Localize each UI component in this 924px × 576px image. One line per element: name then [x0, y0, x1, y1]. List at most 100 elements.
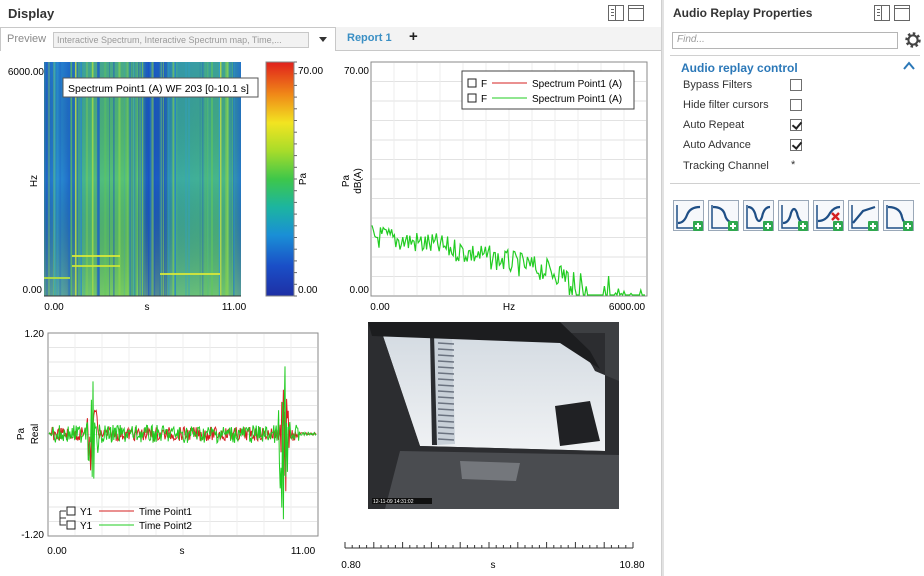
spectrogram-plot[interactable]: 6000.00 0.00 Hz 0.00 s 11.00 Spectrum Po…	[8, 62, 259, 313]
spectrum-y-top: 70.00	[344, 66, 369, 77]
properties-pane: Audio Replay Properties Find... Audio re…	[664, 0, 924, 576]
legend-tag: F	[481, 94, 487, 105]
building-stripe	[437, 342, 455, 345]
plots-canvas: 6000.00 0.00 Hz 0.00 s 11.00 Spectrum Po…	[8, 61, 648, 571]
spectrogram-streak	[59, 62, 62, 296]
colorbar-gradient	[265, 61, 295, 297]
add-filter-notch-icon-glyph	[886, 205, 913, 231]
time-plot[interactable]: 1.20 -1.20 Pa Real 0.00 s 11.00 Y1 Time …	[16, 329, 319, 557]
bypass-filters-checkbox[interactable]	[790, 79, 802, 91]
prop-label: Tracking Channel	[683, 160, 769, 172]
dock-split-icon[interactable]	[608, 5, 624, 21]
colorbar-top: 70.00	[298, 66, 323, 77]
display-pane: Display Preview Interactive Spectrum, In…	[0, 0, 661, 576]
legend-label: Time Point1	[139, 507, 192, 518]
colorbar-bottom: 0.00	[298, 285, 318, 296]
spectrum-plot[interactable]: 70.00 0.00 Pa dB(A) 0.00 Hz 6000.00 F Sp…	[341, 61, 648, 313]
add-filter-highpass-icon[interactable]	[708, 200, 739, 231]
building-stripe	[437, 408, 455, 411]
bottom-time-axis[interactable]: 0.80 s 10.80	[341, 542, 645, 571]
legend-label: Spectrum Point1 (A)	[532, 79, 622, 90]
spectrum-y-label-1: Pa	[341, 174, 352, 187]
time-y-label-2: Real	[30, 424, 41, 445]
add-filter-bandstop-icon-glyph	[746, 205, 773, 231]
hide-filter-cursors-checkbox[interactable]	[790, 99, 802, 111]
time-x-right: 11.00	[291, 546, 316, 557]
find-input[interactable]: Find...	[672, 32, 898, 49]
remove-filter-icon[interactable]	[813, 200, 844, 231]
maximize-icon[interactable]	[894, 5, 910, 21]
building-stripe	[437, 384, 455, 387]
building-stripe	[437, 366, 455, 369]
spectrum-x-label: Hz	[503, 302, 515, 313]
building-stripe	[437, 354, 455, 357]
time-x-label: s	[180, 546, 185, 557]
time-y-label-1: Pa	[16, 427, 27, 440]
display-title: Display	[8, 6, 55, 21]
section-audio-replay-control[interactable]: Audio replay control	[681, 61, 798, 75]
curve-glyph	[712, 205, 736, 225]
building-stripe	[437, 360, 455, 363]
prop-row-hide-filter-cursors: Hide filter cursors	[683, 97, 913, 115]
add-filter-bandpass-icon-glyph	[781, 205, 808, 231]
remove-filter-icon-glyph	[816, 205, 843, 231]
colorbar-unit: Pa	[298, 172, 309, 185]
building-stripe	[437, 378, 455, 381]
time-x-left: 0.00	[47, 546, 67, 557]
spectrum-x-left: 0.00	[370, 302, 390, 313]
properties-window-buttons	[874, 5, 910, 21]
tab-report-1[interactable]: Report 1	[347, 32, 392, 44]
maximize-icon[interactable]	[628, 5, 644, 21]
auto-repeat-checkbox[interactable]	[790, 119, 802, 131]
legend-checkbox[interactable]	[66, 520, 76, 530]
prop-row-auto-repeat: Auto Repeat	[683, 117, 913, 135]
gear-icon[interactable]	[903, 30, 923, 50]
add-filter-highpass-icon-glyph	[711, 205, 738, 231]
video-frame[interactable]: 12-11-09 14:31:02	[368, 322, 619, 509]
spectrogram-tooltip: Spectrum Point1 (A) WF 203 [0-10.1 s]	[62, 77, 259, 98]
add-filter-bandpass-icon[interactable]	[778, 200, 809, 231]
building-stripe	[437, 348, 455, 351]
legend-checkbox[interactable]	[467, 78, 477, 88]
prop-label: Auto Advance	[683, 139, 751, 151]
spectrogram-streak	[56, 62, 58, 296]
spectrum-y-label-2: dB(A)	[353, 168, 364, 194]
legend-checkbox[interactable]	[467, 93, 477, 103]
add-filter-lowpass-icon[interactable]	[673, 200, 704, 231]
tracking-channel-value[interactable]: *	[791, 159, 795, 171]
divider	[670, 55, 920, 56]
divider	[670, 183, 920, 184]
time-y-top: 1.20	[25, 329, 45, 340]
colorbar: 70.00 0.00 Pa	[265, 61, 323, 297]
spectrogram-streak	[47, 62, 49, 296]
remove-glyph	[831, 212, 840, 221]
spectrogram-y-top: 6000.00	[8, 67, 45, 78]
preview-layout-select[interactable]: Interactive Spectrum, Interactive Spectr…	[53, 32, 309, 48]
add-filter-bandstop-icon[interactable]	[743, 200, 774, 231]
tab-preview-label: Preview	[7, 33, 47, 45]
building-stripe	[437, 420, 455, 423]
prop-row-tracking-channel: Tracking Channel *	[683, 158, 913, 176]
chevron-down-icon[interactable]	[319, 37, 327, 42]
auto-advance-checkbox[interactable]	[790, 139, 802, 151]
legend-checkbox[interactable]	[66, 506, 76, 516]
video-timestamp: 12-11-09 14:31:02	[373, 499, 414, 505]
curve-glyph	[782, 207, 806, 225]
add-filter-slope-icon[interactable]	[848, 200, 879, 231]
legend-tag: F	[481, 79, 487, 90]
dock-split-icon[interactable]	[874, 5, 890, 21]
prop-label: Hide filter cursors	[683, 99, 769, 111]
spectrogram-streak	[44, 277, 70, 279]
time-y-bottom: -1.20	[21, 530, 44, 541]
tab-preview[interactable]: Preview Interactive Spectrum, Interactiv…	[0, 27, 336, 51]
add-tab-button[interactable]: +	[409, 28, 418, 45]
add-filter-notch-icon[interactable]	[883, 200, 914, 231]
spectrogram-streak	[48, 62, 50, 296]
curve-glyph	[852, 205, 876, 224]
building-stripe	[437, 390, 455, 393]
chevron-up-icon[interactable]	[902, 60, 916, 72]
filter-toolbar	[673, 200, 914, 231]
display-tabbar: Preview Interactive Spectrum, Interactiv…	[0, 27, 661, 51]
spectrogram-y-label: Hz	[29, 175, 40, 187]
spectrum-legend: F Spectrum Point1 (A) F Spectrum Point1 …	[461, 70, 635, 110]
